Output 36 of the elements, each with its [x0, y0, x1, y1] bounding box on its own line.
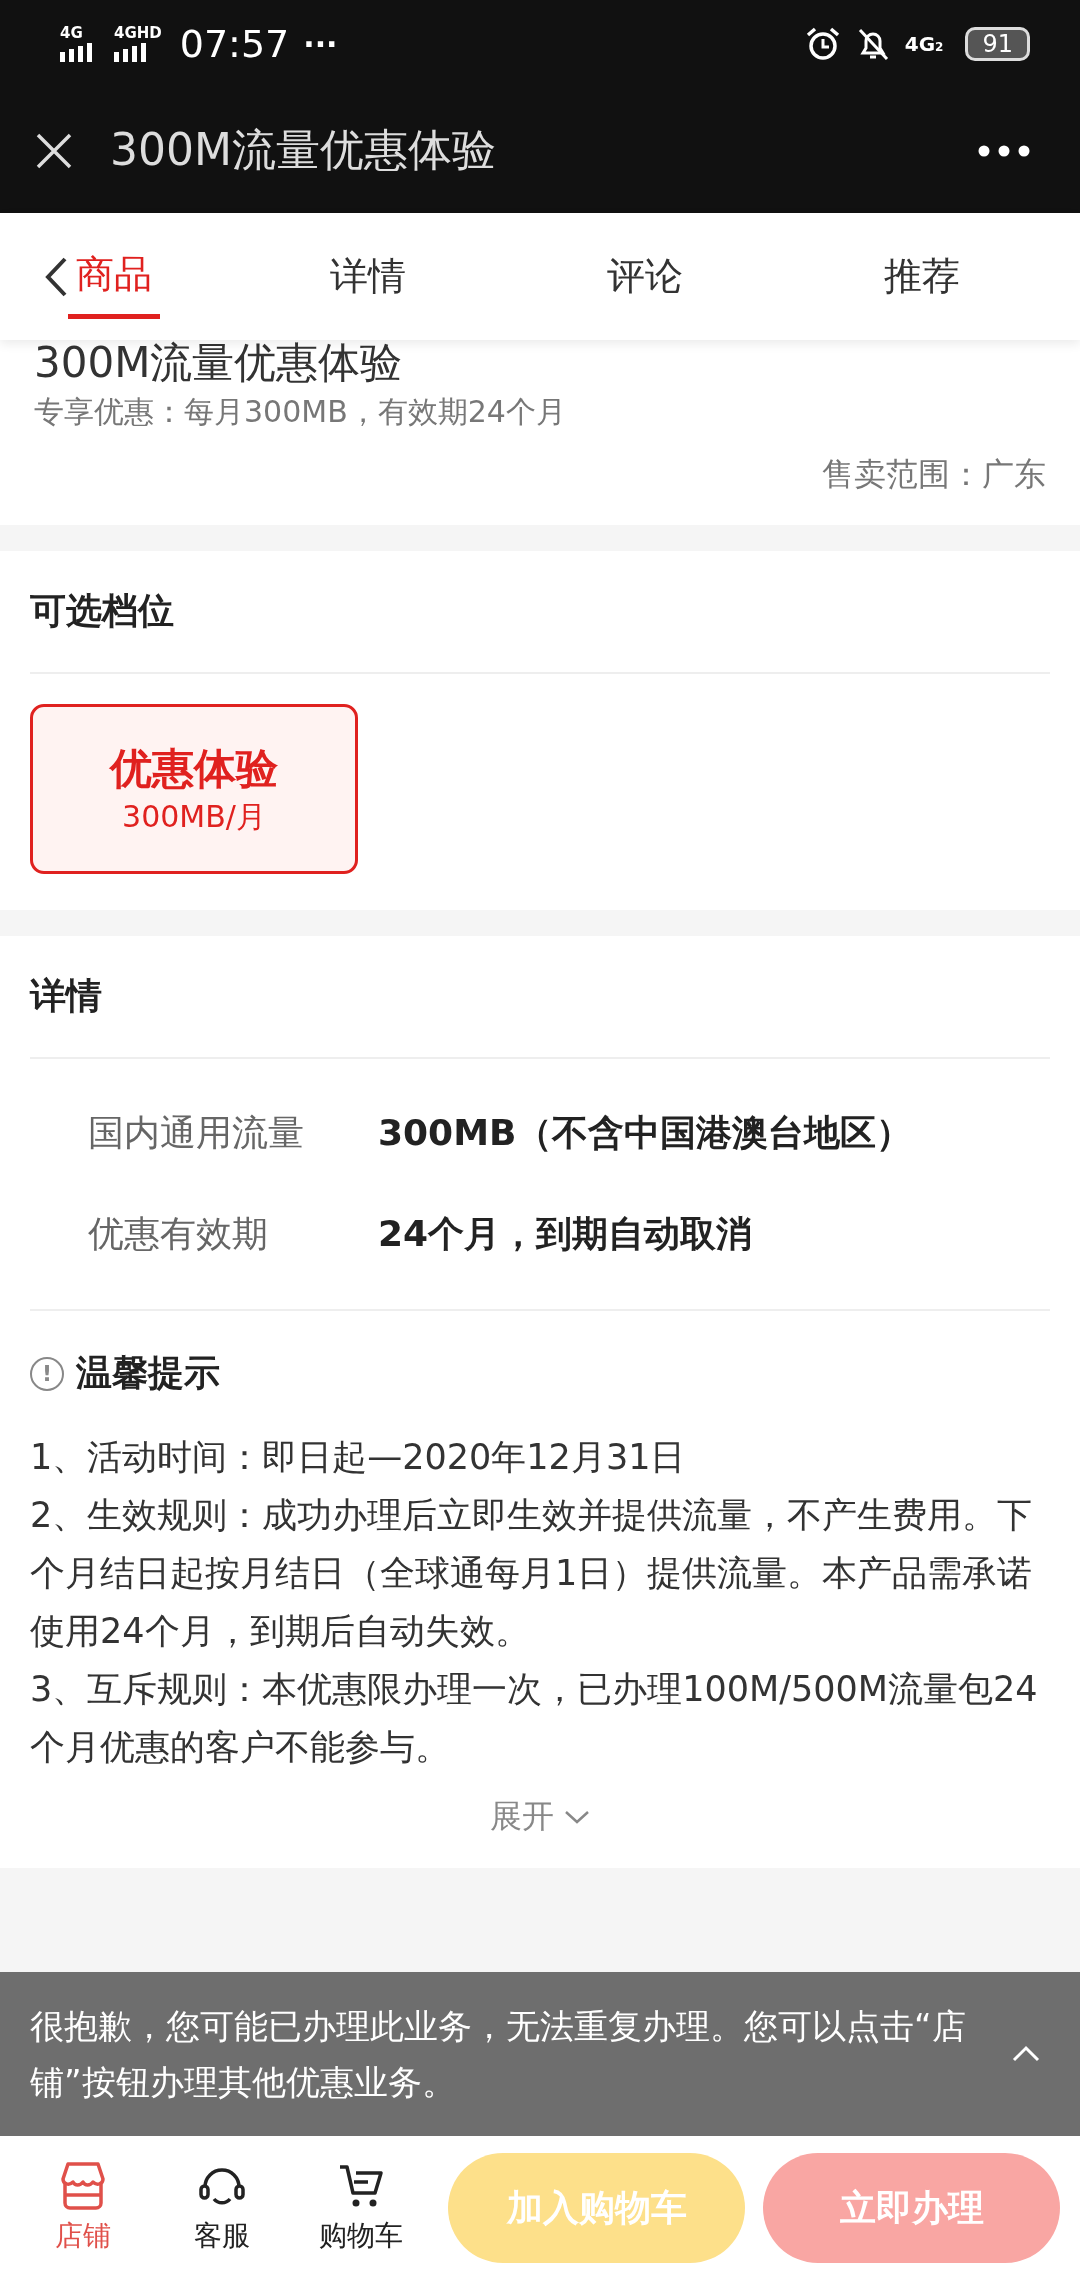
expand-button[interactable]: 展开	[484, 1794, 596, 1841]
tab[interactable]: 详情	[230, 237, 507, 316]
notice-paragraph: 3、互斥规则：本优惠限办理一次，已办理100M/500M流量包24个月优惠的客户不能参与。	[30, 1668, 1039, 1770]
product-subtitle: 专享优惠：每月300MB，有效期24个月	[34, 393, 567, 432]
chevron-up-icon[interactable]	[1012, 2045, 1040, 2063]
toast-message: 很抱歉，您可能已办理此业务，无法重复办理。您可以点击“店铺”按钮办理其他优惠业务。	[30, 2005, 967, 2104]
section-heading: 可选档位	[30, 551, 1050, 675]
section-heading: 详情	[30, 936, 1050, 1060]
more-icon[interactable]	[978, 144, 1030, 157]
bottom-nav-item[interactable]: 店铺	[14, 2160, 153, 2256]
network-label: 4G2	[904, 32, 944, 56]
product-title: 300M流量优惠体验	[34, 340, 404, 387]
network-label: 4G	[60, 26, 83, 41]
tab[interactable]: 商品	[68, 234, 160, 319]
notice-paragraph: 1、活动时间：即日起—2020年12月31日	[30, 1436, 687, 1480]
detail-value: 300MB（不含中国港澳台地区）	[378, 1111, 913, 1156]
detail-label: 优惠有效期	[88, 1212, 269, 1257]
tab[interactable]: 推荐	[783, 237, 1060, 316]
back-icon[interactable]	[44, 255, 68, 298]
notice-heading: 温馨提示	[76, 1351, 220, 1396]
detail-label: 国内通用流量	[88, 1111, 305, 1156]
notice-paragraph: 2、生效规则：成功办理后立即生效并提供流量，不产生费用。下个月结日起按月结日（全球通每月1日）提供流量。本产品需承诺使用24个月，到期后自动失效。	[30, 1494, 1034, 1654]
info-icon: !	[30, 1356, 64, 1391]
network-label: 4GHD	[114, 26, 162, 41]
plan-option[interactable]: 优惠体验 300MB/月	[30, 704, 358, 875]
detail-value: 24个月，到期自动取消	[378, 1212, 753, 1257]
bottom-nav-item[interactable]: 客服	[152, 2160, 292, 2256]
more-notifications: ···	[303, 26, 338, 62]
battery-level: 91	[965, 27, 1030, 61]
tab[interactable]: 评论	[506, 237, 784, 316]
chevron-down-icon	[564, 1809, 590, 1826]
sale-area: 售卖范围：广东	[34, 453, 1046, 498]
clock-time: 07:57	[179, 22, 290, 66]
page-title: 300M流量优惠体验	[110, 123, 497, 177]
alarm-clock-icon	[804, 26, 841, 62]
bottom-nav-item[interactable]: 购物车	[291, 2160, 430, 2256]
